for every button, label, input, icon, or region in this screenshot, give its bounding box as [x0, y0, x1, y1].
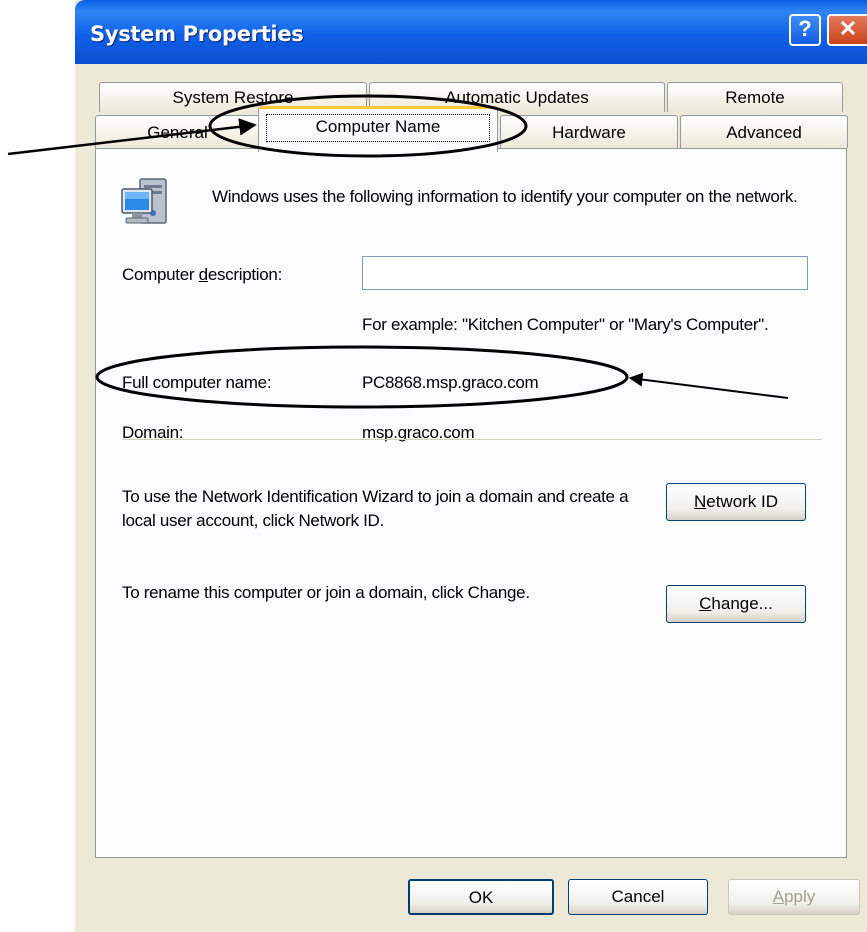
tab-highlight-ellipse: [208, 94, 528, 158]
tab-pointer-arrow: [7, 118, 257, 156]
name-pointer-arrow: [628, 372, 789, 399]
annotation-overlay: [7, 94, 789, 409]
name-highlight-ellipse: [95, 345, 629, 409]
